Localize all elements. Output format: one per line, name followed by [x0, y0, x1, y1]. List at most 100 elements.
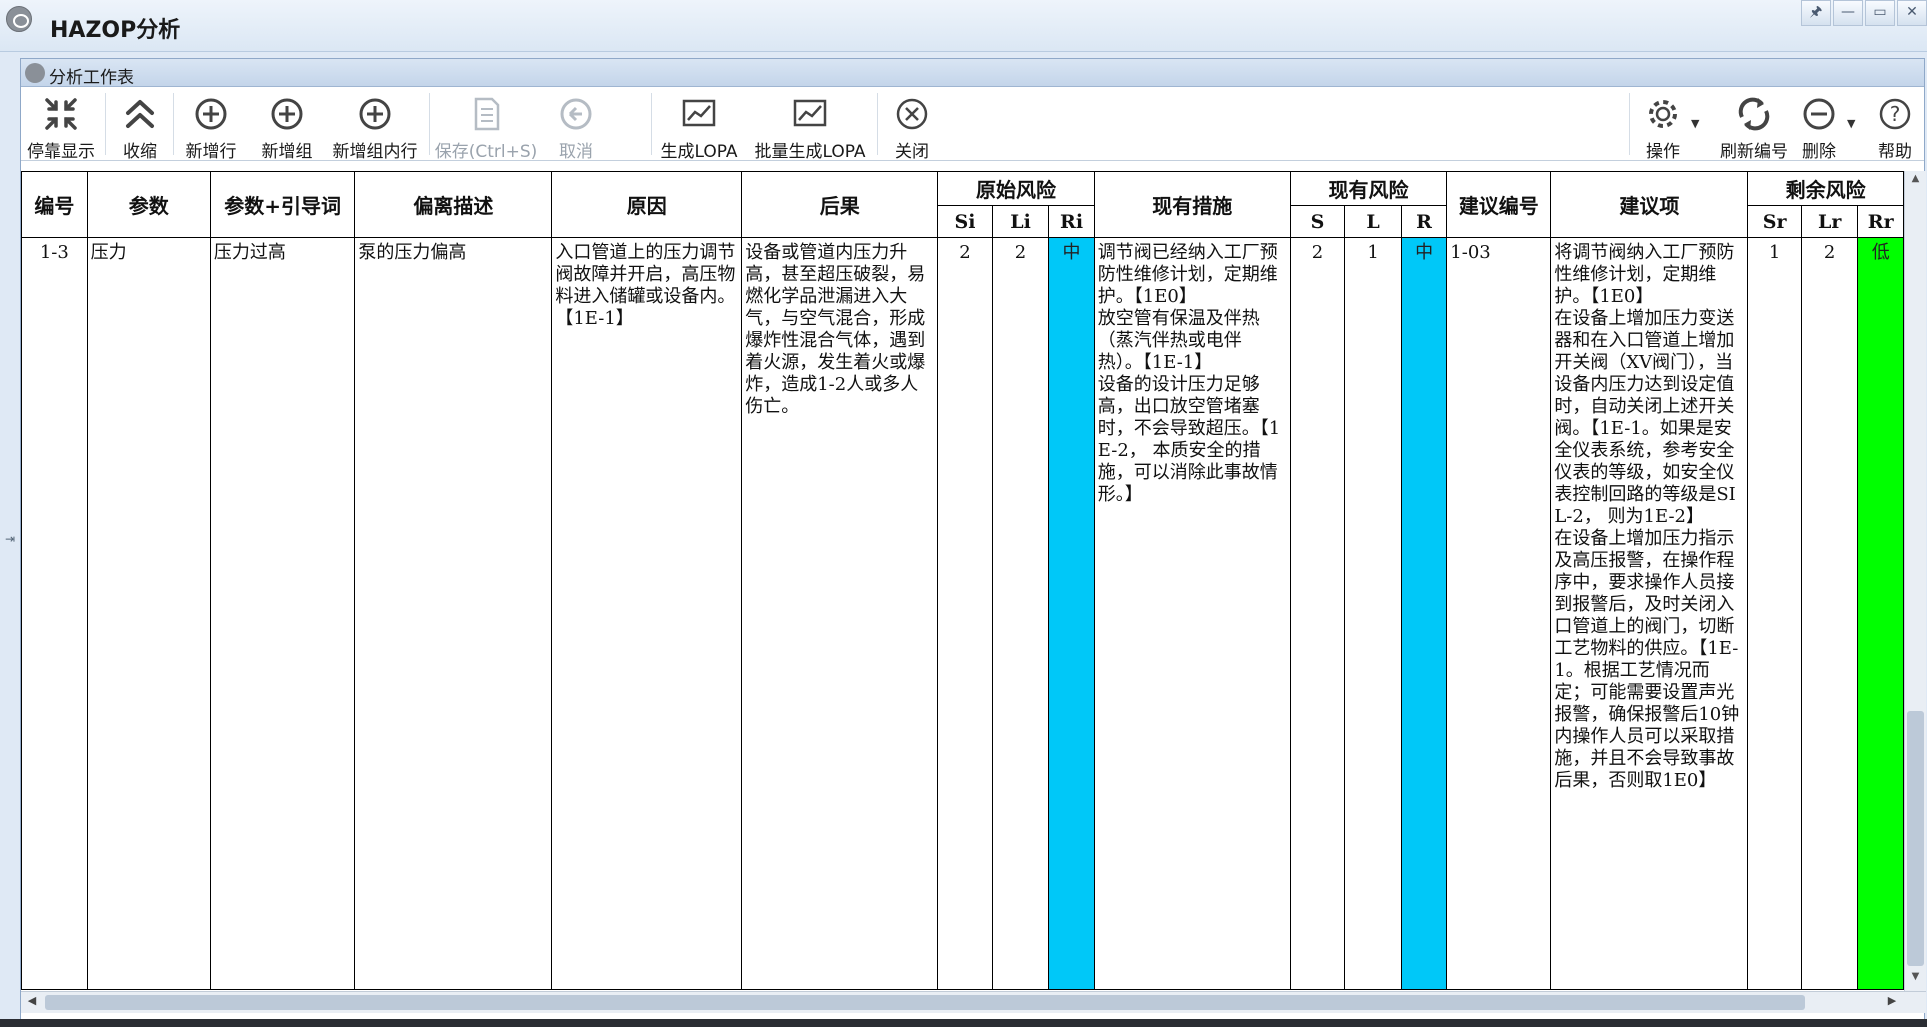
restore-button[interactable]: ▭ — [1865, 0, 1895, 26]
chevron-down-icon[interactable]: ▼ — [1847, 117, 1855, 130]
cell-l[interactable]: 1 — [1344, 237, 1402, 990]
cell-si[interactable]: 2 — [937, 237, 993, 990]
cell-suggestion-number[interactable]: 1-03 — [1446, 237, 1552, 990]
scroll-right-icon[interactable]: ▶ — [1883, 994, 1901, 1007]
table-row[interactable]: 1-3 压力 压力过高 泵的压力偏高 入口管道上的压力调节阀故障并开启，高压物料… — [21, 237, 1904, 990]
minimize-button[interactable]: — — [1833, 0, 1863, 26]
add-group-label: 新增组 — [261, 142, 313, 162]
header-rr[interactable]: Rr — [1857, 205, 1904, 238]
operate-label: 操作 — [1646, 142, 1680, 162]
header-lr[interactable]: Lr — [1800, 205, 1859, 238]
cell-consequence[interactable]: 设备或管道内压力升高，甚至超压破裂，易燃化学品泄漏进入大气，与空气混合，形成爆炸… — [741, 237, 939, 990]
delete-label: 删除 — [1802, 142, 1836, 162]
save-button[interactable]: 保存(Ctrl+S) — [431, 87, 541, 162]
separator — [651, 93, 652, 155]
add-group-button[interactable]: 新增组 — [251, 87, 323, 162]
header-sr[interactable]: Sr — [1747, 205, 1802, 238]
header-li[interactable]: Li — [991, 205, 1050, 238]
close-window-button[interactable]: ✕ — [1897, 0, 1927, 26]
header-l[interactable]: L — [1344, 205, 1402, 238]
refresh-icon — [1738, 97, 1770, 131]
vertical-scroll-thumb[interactable] — [1907, 711, 1924, 966]
save-label: 保存(Ctrl+S) — [434, 142, 538, 162]
cell-number[interactable]: 1-3 — [21, 237, 88, 990]
cell-param[interactable]: 压力 — [86, 237, 211, 990]
separator — [877, 93, 878, 155]
separator — [1629, 93, 1630, 155]
generate-lopa-button[interactable]: 生成LOPA — [653, 87, 745, 162]
horizontal-scroll-thumb[interactable] — [45, 995, 1805, 1010]
scroll-down-icon[interactable]: ▼ — [1905, 971, 1926, 989]
panel-title: 分析工作表 — [49, 68, 134, 88]
svg-text:?: ? — [1890, 102, 1901, 126]
cell-ri-risk-level[interactable]: 中 — [1048, 237, 1095, 990]
cell-lr[interactable]: 2 — [1800, 237, 1859, 990]
header-cause[interactable]: 原因 — [551, 171, 743, 238]
undock-label: 停靠显示 — [27, 142, 95, 162]
chevron-down-icon[interactable]: ▼ — [1691, 117, 1699, 130]
toolbar: 停靠显示 收缩 新增行 新增组 新增组内行 保存(Ctrl+S) 取消 生成LO… — [21, 87, 1924, 162]
collapse-label: 收缩 — [123, 142, 157, 162]
add-group-row-button[interactable]: 新增组内行 — [325, 87, 425, 162]
question-circle-icon: ? — [1879, 98, 1911, 130]
header-suggestion-number[interactable]: 建议编号 — [1446, 171, 1552, 238]
double-chevron-up-icon — [126, 100, 154, 128]
vertical-scrollbar[interactable]: ▲ ▼ — [1904, 171, 1926, 991]
separator — [105, 93, 106, 155]
expand-side-panel-icon[interactable]: ⇥ — [5, 532, 15, 546]
pin-button[interactable]: 🖈 — [1801, 0, 1831, 26]
help-button[interactable]: ? 帮助 — [1867, 87, 1923, 162]
close-circle-icon — [896, 98, 928, 130]
cell-param-guide[interactable]: 压力过高 — [209, 237, 356, 990]
collapse-button[interactable]: 收缩 — [109, 87, 171, 162]
scroll-up-icon[interactable]: ▲ — [1905, 173, 1926, 191]
separator — [429, 93, 430, 155]
cell-r-risk-level[interactable]: 中 — [1400, 237, 1448, 990]
header-param[interactable]: 参数 — [86, 171, 211, 238]
batch-generate-lopa-button[interactable]: 批量生成LOPA — [747, 87, 873, 162]
cell-rr-risk-level[interactable]: 低 — [1857, 237, 1904, 990]
panel-header: 分析工作表 — [21, 59, 1924, 88]
header-measures[interactable]: 现有措施 — [1093, 171, 1291, 238]
header-param-guide[interactable]: 参数+引导词 — [209, 171, 356, 238]
scroll-left-icon[interactable]: ◀ — [23, 994, 41, 1007]
chart-icon — [682, 99, 716, 127]
generate-lopa-label: 生成LOPA — [660, 142, 738, 162]
add-row-label: 新增行 — [185, 142, 237, 162]
cell-sr[interactable]: 1 — [1747, 237, 1802, 990]
close-button[interactable]: 关闭 — [879, 87, 945, 162]
app-title: HAZOP分析 — [50, 18, 181, 43]
undock-button[interactable]: 停靠显示 — [21, 87, 101, 162]
header-deviation[interactable]: 偏离描述 — [354, 171, 553, 238]
cell-deviation[interactable]: 泵的压力偏高 — [354, 237, 553, 990]
minus-circle-icon — [1803, 98, 1835, 130]
cell-cause[interactable]: 入口管道上的压力调节阀故障并开启，高压物料进入储罐或设备内。【1E-1】 — [551, 237, 743, 990]
cell-measures[interactable]: 调节阀已经纳入工厂预防性维修计划，定期维护。【1E0】 放空管有保温及伴热（蒸汽… — [1093, 237, 1291, 990]
header-si[interactable]: Si — [937, 205, 993, 238]
cell-suggestion[interactable]: 将调节阀纳入工厂预防性维修计划，定期维护。【1E0】 在设备上增加压力变送器和在… — [1550, 237, 1749, 990]
batch-generate-lopa-label: 批量生成LOPA — [754, 142, 866, 162]
app-logo-icon — [6, 6, 32, 32]
cell-s[interactable]: 2 — [1289, 237, 1346, 990]
cell-li[interactable]: 2 — [991, 237, 1050, 990]
header-suggestion[interactable]: 建议项 — [1550, 171, 1749, 238]
cancel-button[interactable]: 取消 — [545, 87, 607, 162]
header-number[interactable]: 编号 — [21, 171, 88, 238]
shrink-arrows-icon — [45, 98, 77, 130]
delete-menu-button[interactable]: 删除 — [1789, 87, 1849, 162]
plus-circle-icon — [359, 98, 391, 130]
add-group-row-label: 新增组内行 — [332, 142, 418, 162]
operate-menu-button[interactable]: 操作 — [1633, 87, 1693, 162]
header-ri[interactable]: Ri — [1048, 205, 1095, 238]
header-consequence[interactable]: 后果 — [741, 171, 939, 238]
chart-icon — [793, 99, 827, 127]
gear-icon — [1649, 100, 1677, 128]
horizontal-scrollbar[interactable]: ◀ ▶ — [21, 991, 1926, 1013]
header-residual-risk: 剩余风险 — [1747, 171, 1904, 206]
add-row-button[interactable]: 新增行 — [175, 87, 247, 162]
worksheet-panel: 分析工作表 停靠显示 收缩 新增行 新增组 新增组内行 保存(Ctrl+S) 取… — [20, 58, 1926, 1026]
save-document-icon — [474, 97, 500, 131]
header-r[interactable]: R — [1400, 205, 1448, 238]
close-label: 关闭 — [895, 142, 929, 162]
header-s[interactable]: S — [1289, 205, 1346, 238]
